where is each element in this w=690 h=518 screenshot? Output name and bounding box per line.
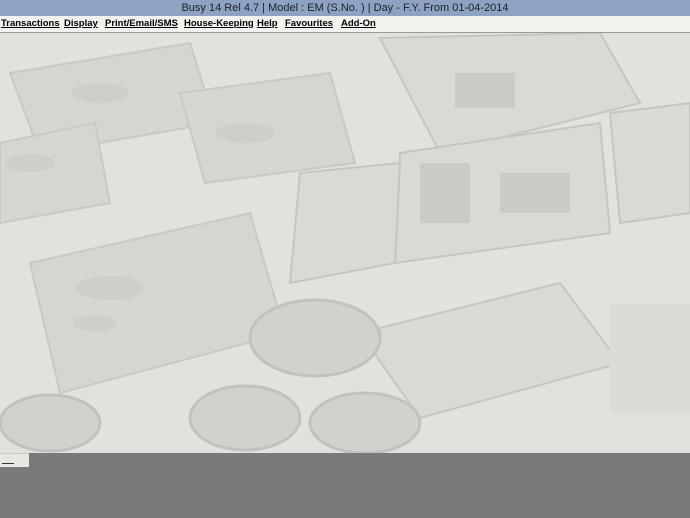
menu-help[interactable]: Help [257, 16, 278, 32]
menu-print-email-sms[interactable]: Print/Email/SMS [105, 16, 178, 32]
menu-house-keeping[interactable]: House-Keeping [184, 16, 254, 32]
status-area [0, 453, 690, 518]
minimized-window-tab[interactable] [0, 453, 29, 467]
menu-display[interactable]: Display [64, 16, 98, 32]
workspace-background [0, 33, 690, 453]
gold-and-money-wallpaper [0, 33, 690, 453]
window-title: Busy 14 Rel 4.7 | Model : EM (S.No. ) | … [0, 0, 690, 16]
menu-bar: Transactions Display Print/Email/SMS Hou… [0, 16, 690, 33]
menu-transactions[interactable]: Transactions [1, 16, 60, 32]
menu-favourites[interactable]: Favourites [285, 16, 333, 32]
tab-indicator-line [2, 463, 14, 464]
menu-add-on[interactable]: Add-On [341, 16, 376, 32]
